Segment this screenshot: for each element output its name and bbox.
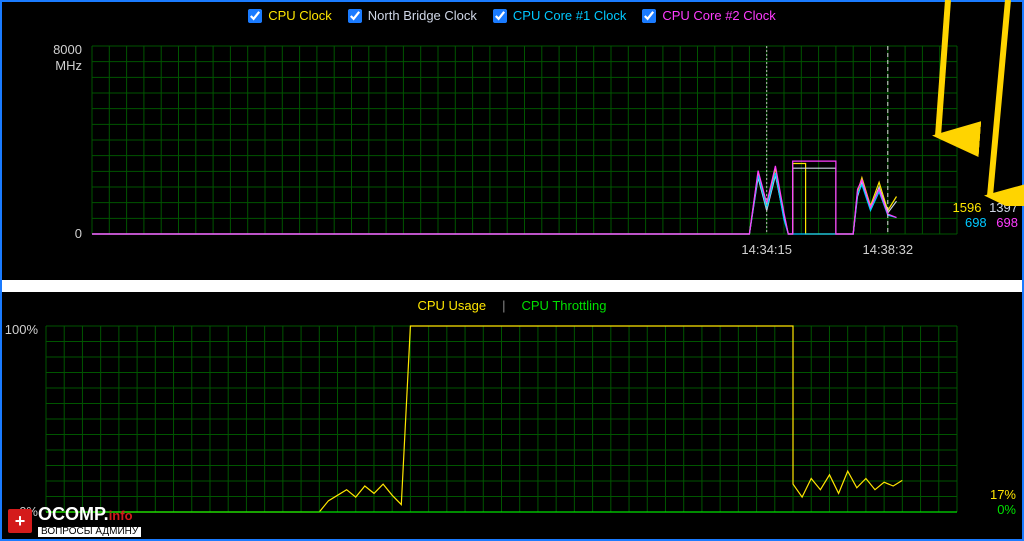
bottom-legend: CPU Usage | CPU Throttling: [2, 292, 1022, 317]
legend-cpu-throttling: CPU Throttling: [522, 298, 607, 313]
svg-text:100%: 100%: [5, 322, 39, 337]
checkbox-cpu-clock[interactable]: [248, 9, 262, 23]
legend-cpu-clock[interactable]: CPU Clock: [248, 8, 332, 23]
svg-text:14:34:15: 14:34:15: [741, 242, 792, 257]
legend-cpu-core2-clock[interactable]: CPU Core #2 Clock: [642, 8, 775, 23]
top-readout: 1596 1397 698 698: [953, 200, 1018, 230]
svg-text:14:38:32: 14:38:32: [862, 242, 913, 257]
watermark-tld: info: [109, 508, 133, 523]
legend-cpu-core1-clock[interactable]: CPU Core #1 Clock: [493, 8, 626, 23]
readout-core2: 698: [996, 215, 1018, 230]
plus-icon: +: [8, 509, 32, 533]
checkbox-core1[interactable]: [493, 9, 507, 23]
svg-text:8000: 8000: [53, 42, 82, 57]
top-chart: 0 8000MHz 14:34:15 14:38:32: [2, 34, 1022, 272]
bottom-readout: 17% 0%: [990, 487, 1016, 517]
top-legend: CPU Clock North Bridge Clock CPU Core #1…: [2, 2, 1022, 27]
svg-text:0: 0: [75, 226, 82, 241]
legend-label: CPU Clock: [268, 8, 332, 23]
readout-north-bridge: 1397: [989, 200, 1018, 215]
svg-text:MHz: MHz: [55, 58, 82, 73]
legend-label: CPU Core #1 Clock: [513, 8, 626, 23]
watermark-site: OCOMP.: [38, 504, 109, 524]
checkbox-core2[interactable]: [642, 9, 656, 23]
bottom-chart: 0% 100%: [2, 320, 1022, 539]
legend-cpu-usage: CPU Usage: [417, 298, 486, 313]
readout-throttling: 0%: [997, 502, 1016, 517]
readout-cpu-clock: 1596: [953, 200, 982, 215]
legend-label: CPU Core #2 Clock: [662, 8, 775, 23]
panel-divider: [2, 280, 1022, 292]
readout-usage: 17%: [990, 487, 1016, 502]
legend-label: North Bridge Clock: [368, 8, 477, 23]
legend-north-bridge-clock[interactable]: North Bridge Clock: [348, 8, 477, 23]
readout-core1: 698: [965, 215, 987, 230]
checkbox-north-bridge[interactable]: [348, 9, 362, 23]
watermark-tagline: ВОПРОСЫ АДМИНУ: [38, 527, 141, 537]
watermark-logo: + OCOMP.info ВОПРОСЫ АДМИНУ: [8, 505, 141, 537]
